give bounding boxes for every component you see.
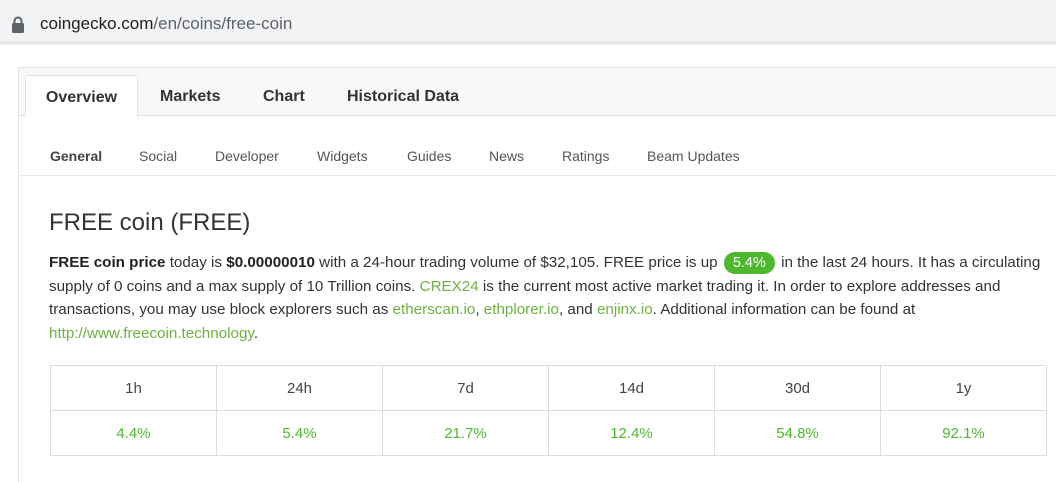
- subnav-guides[interactable]: Guides: [407, 148, 451, 164]
- coin-price-value: $0.00000010: [226, 254, 315, 271]
- desc-text: . Additional information can be found at: [652, 301, 916, 318]
- header-7d: 7d: [382, 365, 549, 411]
- desc-text: today is: [165, 254, 227, 271]
- url-domain: coingecko.com: [40, 14, 154, 33]
- explorer-link-enjinx[interactable]: enjinx.io: [597, 301, 653, 318]
- coin-panel: Overview Markets Chart Historical Data G…: [18, 67, 1056, 482]
- subnav-developer[interactable]: Developer: [215, 148, 279, 164]
- explorer-link-etherscan[interactable]: etherscan.io: [393, 301, 476, 318]
- browser-address-bar: coingecko.com/en/coins/free-coin: [0, 0, 1056, 42]
- change-30d: 54.8%: [714, 410, 881, 456]
- header-1y: 1y: [880, 365, 1047, 411]
- change-1y: 92.1%: [880, 410, 1047, 456]
- url-text[interactable]: coingecko.com/en/coins/free-coin: [40, 14, 292, 34]
- desc-text: .: [253, 324, 259, 342]
- subnav-news[interactable]: News: [489, 148, 524, 164]
- coin-price-label: FREE coin price: [49, 254, 166, 271]
- subnav-social[interactable]: Social: [139, 148, 177, 164]
- tab-overview[interactable]: Overview: [25, 75, 138, 117]
- header-30d: 30d: [714, 365, 881, 411]
- header-1h: 1h: [50, 365, 217, 411]
- desc-text: , and: [558, 301, 597, 318]
- subnav-widgets[interactable]: Widgets: [317, 148, 368, 164]
- header-14d: 14d: [548, 365, 715, 411]
- explorer-link-ethplorer[interactable]: ethplorer.io: [484, 301, 559, 318]
- url-field[interactable]: coingecko.com/en/coins/free-coin: [0, 4, 1056, 38]
- tab-chart[interactable]: Chart: [263, 75, 305, 117]
- table-header-row: 1h 24h 7d 14d 30d 1y: [50, 365, 1047, 411]
- url-path: /en/coins/free-coin: [153, 14, 293, 33]
- change-7d: 21.7%: [382, 410, 549, 456]
- address-bar-divider: [0, 42, 1056, 46]
- subnav-ratings[interactable]: Ratings: [562, 148, 609, 164]
- main-tabs: Overview Markets Chart Historical Data: [19, 68, 1056, 117]
- table-row: 4.4% 5.4% 21.7% 12.4% 54.8% 92.1%: [50, 410, 1047, 456]
- tab-markets[interactable]: Markets: [160, 75, 220, 117]
- lock-icon: [12, 16, 24, 33]
- change-24h: 5.4%: [216, 410, 383, 456]
- tab-historical-data[interactable]: Historical Data: [347, 75, 459, 117]
- price-change-table: 1h 24h 7d 14d 30d 1y 4.4% 5.4% 21.7% 12.…: [50, 365, 1047, 456]
- exchange-link[interactable]: CREX24: [420, 278, 479, 295]
- desc-text: ,: [475, 301, 484, 318]
- header-24h: 24h: [216, 365, 383, 411]
- change-14d: 12.4%: [548, 410, 715, 456]
- subnav-beam-updates[interactable]: Beam Updates: [647, 148, 740, 164]
- subnav-general[interactable]: General: [50, 148, 102, 164]
- price-change-badge: 5.4%: [723, 252, 775, 274]
- desc-text: with a 24-hour trading volume of $32,105…: [314, 254, 722, 271]
- website-link[interactable]: http://www.freecoin.technology: [49, 325, 254, 342]
- page-title: FREE coin (FREE): [49, 209, 251, 236]
- coin-description: FREE coin price today is $0.00000010 wit…: [49, 251, 1049, 345]
- sub-navigation: General Social Developer Widgets Guides …: [19, 116, 1056, 176]
- change-1h: 4.4%: [50, 410, 217, 456]
